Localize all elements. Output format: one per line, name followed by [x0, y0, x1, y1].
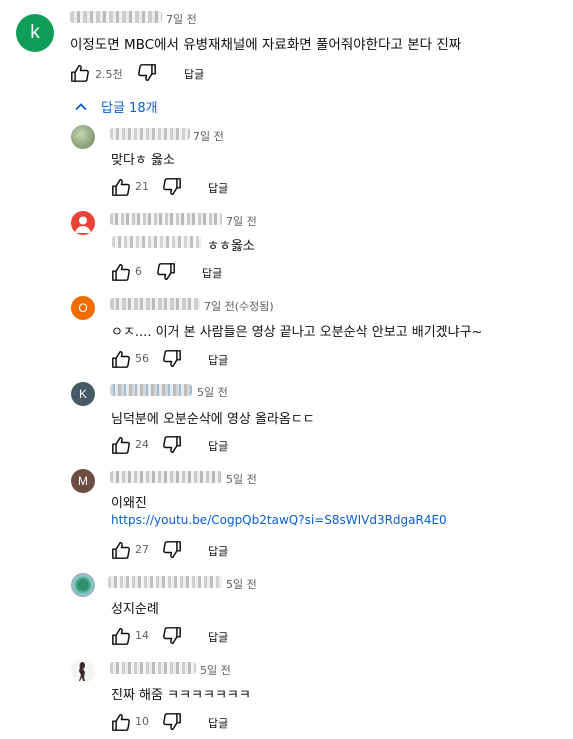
thumb-up-icon[interactable] [111, 541, 131, 559]
comment-time[interactable]: 7일 전 [166, 11, 197, 27]
comment-time[interactable]: 5일 전 [226, 471, 257, 487]
reply-button[interactable]: 답글 [208, 352, 228, 368]
thumb-down-icon[interactable] [137, 64, 157, 82]
like-count: 10 [135, 715, 149, 728]
comment-text: 님덕분에 오분순삭에 영상 올라옴ㄷㄷ [111, 412, 315, 427]
like-count: 56 [135, 352, 149, 365]
avatar[interactable]: O [71, 296, 95, 320]
comment-text: ㅎㅎ옳소 [207, 239, 255, 254]
replies-toggle-button[interactable]: 답글 18개 [74, 97, 158, 116]
mention-blurred[interactable] [112, 236, 202, 248]
comment-text: ㅇㅈ.... 이거 본 사람들은 영상 끝나고 오분순삭 안보고 배기겠냐구~ [111, 325, 483, 340]
reply-button[interactable]: 답글 [208, 629, 228, 645]
thumb-down-icon[interactable] [162, 178, 182, 196]
comment-time[interactable]: 5일 전 [197, 384, 228, 400]
comment-text: 이왜진 [111, 496, 147, 511]
avatar[interactable]: k [16, 14, 54, 52]
comment-time[interactable]: 7일 전(수정됨) [204, 298, 274, 314]
comment-time[interactable]: 7일 전 [193, 128, 224, 144]
author-name-blurred[interactable] [110, 471, 222, 483]
avatar-letter: K [78, 387, 87, 401]
reply-button[interactable]: 답글 [208, 438, 228, 454]
avatar-letter: k [30, 22, 40, 43]
avatar[interactable] [71, 659, 95, 683]
avatar-letter: O [78, 301, 88, 315]
reply-button[interactable]: 답글 [184, 66, 204, 82]
avatar[interactable]: K [71, 382, 95, 406]
thumb-down-icon[interactable] [162, 350, 182, 368]
reply-button[interactable]: 답글 [208, 543, 228, 559]
thumb-up-icon[interactable] [111, 436, 131, 454]
author-name-blurred[interactable] [70, 11, 162, 23]
like-count: 24 [135, 438, 149, 451]
avatar-letter: M [78, 474, 88, 488]
like-count: 21 [135, 180, 149, 193]
thumb-up-icon[interactable] [111, 263, 131, 281]
author-name-blurred[interactable] [110, 128, 190, 140]
avatar[interactable] [71, 573, 95, 597]
comment-time[interactable]: 5일 전 [200, 662, 231, 678]
comment-text: 성지순례 [111, 602, 159, 617]
like-count: 27 [135, 543, 149, 556]
thumb-down-icon[interactable] [162, 541, 182, 559]
chevron-up-icon [74, 100, 88, 114]
thumb-up-icon[interactable] [111, 627, 131, 645]
author-name-blurred[interactable] [110, 662, 196, 674]
thumb-down-icon[interactable] [162, 713, 182, 731]
comment-text: 맞다ㅎ 옳소 [111, 153, 175, 168]
author-name-blurred[interactable] [110, 298, 200, 310]
replies-count-label: 답글 18개 [101, 101, 158, 116]
author-name-blurred[interactable] [110, 213, 222, 225]
like-count: 14 [135, 629, 149, 642]
comment-time[interactable]: 5일 전 [226, 576, 257, 592]
comment-text: 진짜 해줌 ㅋㅋㅋㅋㅋㅋㅋ [111, 688, 251, 703]
reply-button[interactable]: 답글 [202, 265, 222, 281]
person-icon [71, 211, 95, 235]
avatar[interactable] [71, 211, 95, 235]
comment-link[interactable]: https://youtu.be/CogpQb2tawQ?si=S8sWIVd3… [111, 513, 447, 527]
thumb-up-icon[interactable] [111, 350, 131, 368]
thumb-up-icon[interactable] [111, 713, 131, 731]
avatar[interactable]: M [71, 469, 95, 493]
avatar[interactable] [71, 125, 95, 149]
comment-text: 이정도면 MBC에서 유병재채널에 자료화면 풀어줘야한다고 본다 진짜 [70, 37, 462, 53]
thumb-down-icon[interactable] [162, 627, 182, 645]
comment-time[interactable]: 7일 전 [226, 213, 257, 229]
like-count: 6 [135, 265, 142, 278]
reply-button[interactable]: 답글 [208, 180, 228, 196]
like-count: 2.5천 [95, 68, 123, 81]
author-name-blurred[interactable] [108, 576, 222, 588]
thumb-up-icon[interactable] [70, 64, 90, 82]
figure-icon [79, 662, 85, 681]
thumb-up-icon[interactable] [111, 178, 131, 196]
thumb-down-icon[interactable] [162, 436, 182, 454]
author-name-blurred[interactable] [110, 384, 192, 396]
thumb-down-icon[interactable] [156, 263, 176, 281]
reply-button[interactable]: 답글 [208, 715, 228, 731]
